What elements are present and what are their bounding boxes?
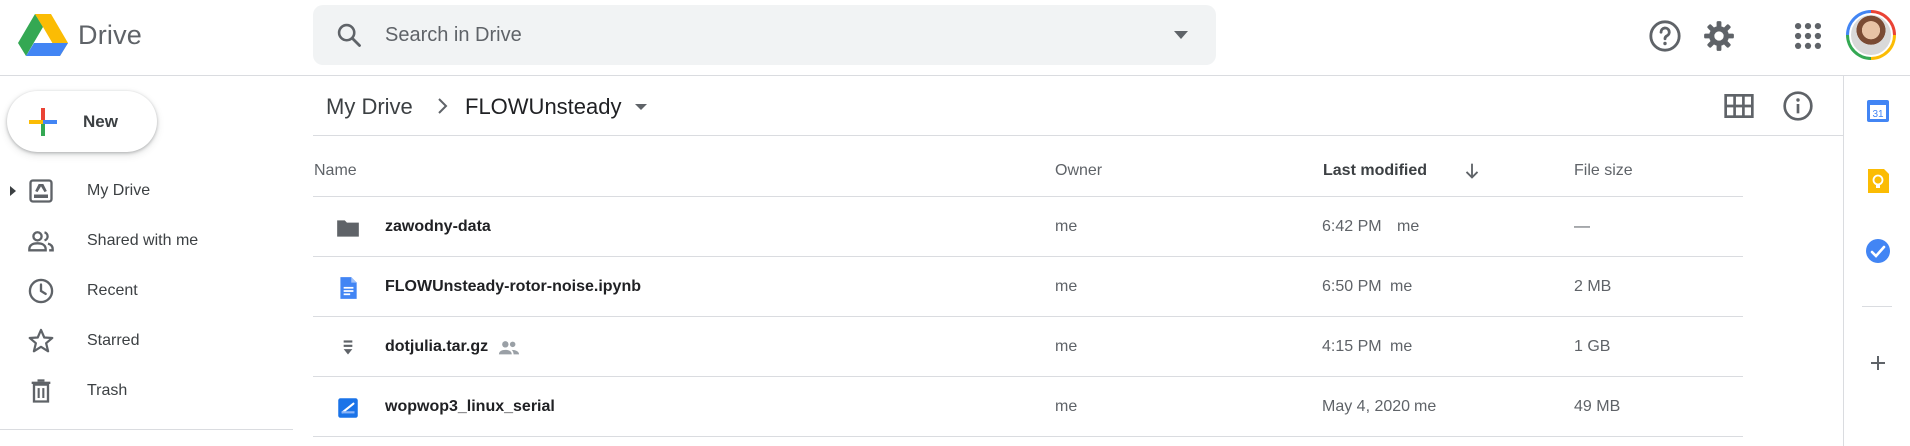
sidebar-item-label: Starred xyxy=(87,332,140,349)
file-modified-by: me xyxy=(1390,338,1413,355)
row-divider xyxy=(313,436,1743,437)
people-icon xyxy=(28,231,54,252)
apps-grid-icon[interactable] xyxy=(1791,19,1825,53)
file-owner: me xyxy=(1055,278,1078,295)
search-input[interactable]: Search in Drive xyxy=(385,24,522,47)
calendar-day: 31 xyxy=(1872,109,1884,120)
trash-icon xyxy=(31,379,51,403)
search-icon[interactable] xyxy=(335,21,363,49)
column-header-last-modified[interactable]: Last modified xyxy=(1323,162,1427,180)
search-bar[interactable]: Search in Drive xyxy=(313,5,1216,65)
file-name: zawodny-data xyxy=(385,218,491,235)
rail-divider xyxy=(1862,306,1892,307)
app-header: Drive Search in Drive xyxy=(0,0,1910,76)
clock-icon xyxy=(28,278,54,304)
folder-menu-caret-icon[interactable] xyxy=(635,104,647,110)
sidebar-item-label: My Drive xyxy=(87,182,151,199)
help-icon[interactable] xyxy=(1648,19,1682,53)
shared-people-icon xyxy=(498,341,520,355)
file-name: FLOWUnsteady-rotor-noise.ipynb xyxy=(385,278,641,295)
my-drive-icon xyxy=(29,179,53,203)
drive-logo-icon[interactable] xyxy=(18,14,68,56)
table-row[interactable]: FLOWUnsteady-rotor-noise.ipynb me 6:50 P… xyxy=(313,257,1743,317)
file-modified-by: me xyxy=(1397,218,1420,235)
new-button[interactable]: New xyxy=(7,91,157,152)
sort-arrow-down-icon[interactable] xyxy=(1461,160,1483,182)
breadcrumb-my-drive[interactable]: My Drive xyxy=(326,94,413,120)
file-owner: me xyxy=(1055,398,1078,415)
file-modified: 6:50 PM xyxy=(1322,278,1382,295)
file-size: — xyxy=(1574,218,1590,235)
sidebar-item-my-drive[interactable]: My Drive xyxy=(0,170,290,212)
column-header-owner[interactable]: Owner xyxy=(1055,162,1102,180)
file-owner: me xyxy=(1055,338,1078,355)
file-modified-by: me xyxy=(1414,398,1437,415)
grid-view-icon[interactable] xyxy=(1723,90,1755,122)
plus-icon xyxy=(29,108,57,136)
expand-arrow-icon[interactable] xyxy=(10,186,16,196)
file-owner: me xyxy=(1055,218,1078,235)
avatar-photo xyxy=(1849,13,1893,57)
sidebar-item-recent[interactable]: Recent xyxy=(0,270,290,312)
sidebar-item-label: Recent xyxy=(87,282,138,299)
file-modified: 6:42 PM xyxy=(1322,218,1382,235)
table-row[interactable]: dotjulia.tar.gz me 4:15 PM me 1 GB xyxy=(313,317,1743,377)
sidebar-item-label: Trash xyxy=(87,382,128,399)
sidebar-item-label: Shared with me xyxy=(87,232,199,249)
file-size: 49 MB xyxy=(1574,398,1621,415)
file-modified-by: me xyxy=(1390,278,1413,295)
column-header-name[interactable]: Name xyxy=(314,162,357,180)
account-avatar[interactable] xyxy=(1846,10,1896,60)
new-button-label: New xyxy=(83,112,118,131)
keep-icon[interactable] xyxy=(1864,167,1892,195)
document-icon xyxy=(340,277,357,299)
file-modified: May 4, 2020 xyxy=(1322,398,1411,415)
table-row[interactable]: zawodny-data me 6:42 PM me — xyxy=(313,197,1743,257)
chevron-right-icon xyxy=(438,98,448,114)
file-name: wopwop3_linux_serial xyxy=(385,398,555,415)
settings-icon[interactable] xyxy=(1702,19,1736,53)
breadcrumb: My Drive FLOWUnsteady xyxy=(313,77,1843,136)
sidebar-item-trash[interactable]: Trash xyxy=(0,370,290,412)
sidebar-item-shared[interactable]: Shared with me xyxy=(0,220,290,262)
file-name: dotjulia.tar.gz xyxy=(385,338,489,355)
table-row[interactable]: wopwop3_linux_serial me May 4, 2020 me 4… xyxy=(313,377,1743,437)
file-modified: 4:15 PM xyxy=(1322,338,1382,355)
star-icon xyxy=(28,328,54,353)
archive-icon xyxy=(343,340,353,355)
sidebar-divider xyxy=(0,429,293,430)
file-size: 2 MB xyxy=(1574,278,1612,295)
executable-file-icon xyxy=(338,398,358,418)
calendar-icon[interactable]: 31 xyxy=(1864,97,1892,125)
sidebar-item-starred[interactable]: Starred xyxy=(0,320,290,362)
folder-icon xyxy=(337,220,359,237)
breadcrumb-current-folder[interactable]: FLOWUnsteady xyxy=(465,94,622,120)
add-addon-icon[interactable] xyxy=(1864,349,1892,377)
app-name[interactable]: Drive xyxy=(78,20,142,51)
file-size: 1 GB xyxy=(1574,338,1611,355)
info-icon[interactable] xyxy=(1782,90,1814,122)
side-panel-divider xyxy=(1843,76,1844,446)
search-options-icon[interactable] xyxy=(1174,31,1188,39)
column-header-file-size[interactable]: File size xyxy=(1574,162,1633,180)
tasks-icon[interactable] xyxy=(1864,237,1892,265)
